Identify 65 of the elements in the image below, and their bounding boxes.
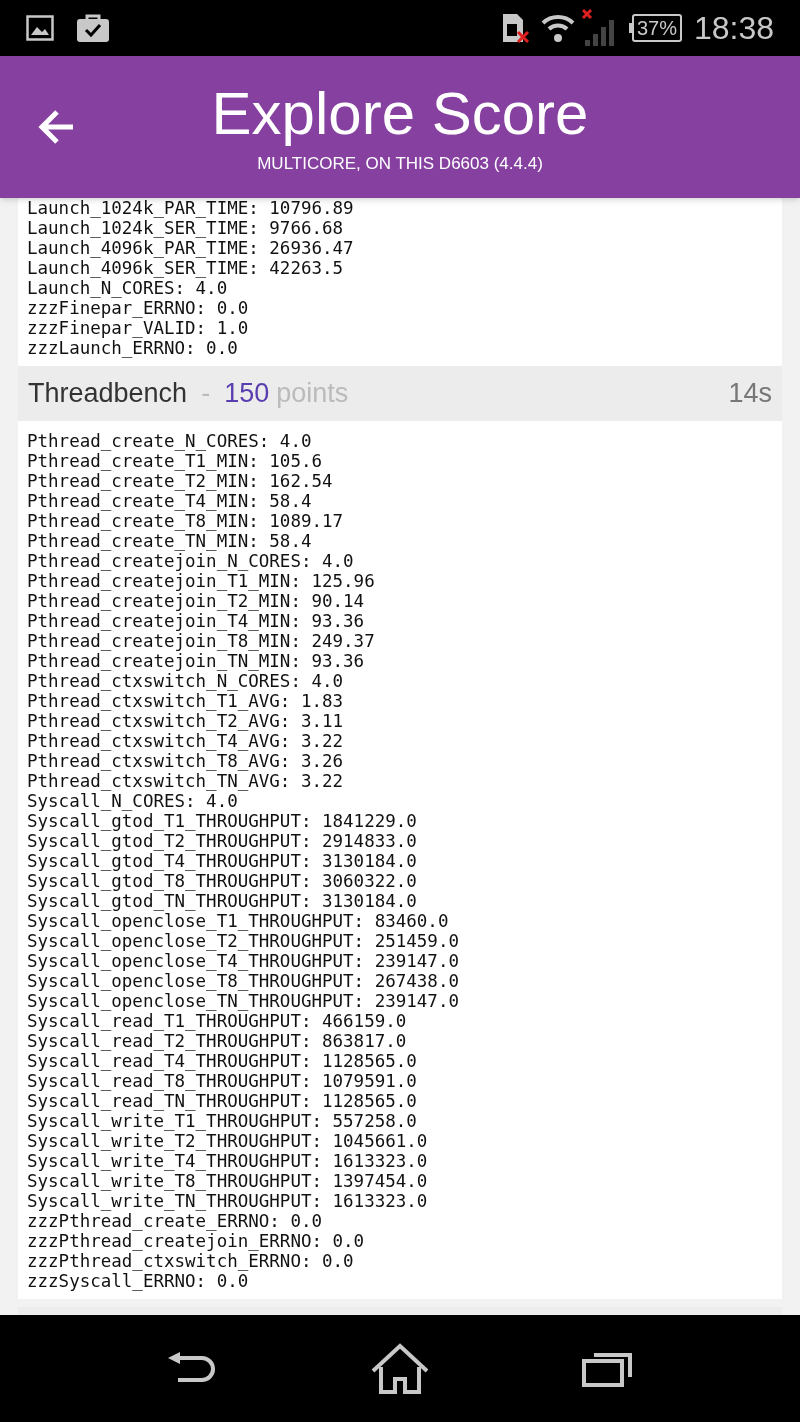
result-line: Pthread_ctxswitch_T4_AVG: 3.22: [27, 731, 345, 751]
result-line: zzzFinepar_ERRNO: 0.0: [27, 298, 250, 318]
result-line: Launch_1024k_PAR_TIME: 10796.89: [27, 198, 355, 218]
clock: 18:38: [693, 9, 774, 48]
result-line: Pthread_createjoin_T2_MIN: 90.14: [27, 591, 366, 611]
result-line: Syscall_write_T4_THROUGHPUT: 1613323.0: [27, 1151, 429, 1171]
result-line: Pthread_create_T4_MIN: 58.4: [27, 491, 313, 511]
result-line: Launch_N_CORES: 4.0: [27, 278, 229, 298]
screen-subtitle: MULTICORE, ON THIS D6603 (4.4.4): [257, 153, 543, 175]
result-line: zzzLaunch_ERRNO: 0.0: [27, 338, 239, 358]
result-line: Syscall_openclose_T2_THROUGHPUT: 251459.0: [27, 931, 460, 951]
battery-percentage: 37%: [631, 14, 682, 42]
result-line: Syscall_gtod_T8_THROUGHPUT: 3060322.0: [27, 871, 418, 891]
result-line: zzzPthread_createjoin_ERRNO: 0.0: [27, 1231, 366, 1251]
result-line: zzzSyscall_ERRNO: 0.0: [27, 1271, 250, 1291]
result-line: Syscall_openclose_T1_THROUGHPUT: 83460.0: [27, 911, 450, 931]
result-line: Syscall_write_TN_THROUGHPUT: 1613323.0: [27, 1191, 429, 1211]
result-line: Syscall_openclose_T4_THROUGHPUT: 239147.0: [27, 951, 460, 971]
result-line: Syscall_write_T8_THROUGHPUT: 1397454.0: [27, 1171, 429, 1191]
result-line: Syscall_read_T2_THROUGHPUT: 863817.0: [27, 1031, 408, 1051]
picture-icon: [26, 15, 54, 41]
result-line: Syscall_N_CORES: 4.0: [27, 791, 239, 811]
result-line: Syscall_gtod_T2_THROUGHPUT: 2914833.0: [27, 831, 418, 851]
result-line: Syscall_gtod_TN_THROUGHPUT: 3130184.0: [27, 891, 418, 911]
result-line: Syscall_write_T1_THROUGHPUT: 557258.0: [27, 1111, 418, 1131]
briefcase-check-icon: [76, 13, 110, 43]
result-line: Pthread_create_TN_MIN: 58.4: [27, 531, 313, 551]
result-line: Launch_4096k_PAR_TIME: 26936.47: [27, 238, 355, 258]
result-line: zzzFinepar_VALID: 1.0: [27, 318, 250, 338]
result-line: Pthread_createjoin_TN_MIN: 93.36: [27, 651, 366, 671]
result-line: Syscall_gtod_T4_THROUGHPUT: 3130184.0: [27, 851, 418, 871]
result-line: Pthread_ctxswitch_TN_AVG: 3.22: [27, 771, 345, 791]
result-line: Pthread_createjoin_T8_MIN: 249.37: [27, 631, 376, 651]
result-line: Pthread_createjoin_T1_MIN: 125.96: [27, 571, 376, 591]
result-line: Launch_1024k_SER_TIME: 9766.68: [27, 218, 345, 238]
sim-card-error-icon: [500, 12, 531, 44]
result-line: Pthread_create_T2_MIN: 162.54: [27, 471, 334, 491]
result-line: Pthread_create_T1_MIN: 105.6: [27, 451, 323, 471]
result-line: Pthread_create_T8_MIN: 1089.17: [27, 511, 345, 531]
result-line: Syscall_openclose_TN_THROUGHPUT: 239147.0: [27, 991, 460, 1011]
result-line: Pthread_ctxswitch_N_CORES: 4.0: [27, 671, 345, 691]
result-line: Pthread_ctxswitch_T2_AVG: 3.11: [27, 711, 345, 731]
result-line: Syscall_read_T4_THROUGHPUT: 1128565.0: [27, 1051, 418, 1071]
result-line: Syscall_read_T8_THROUGHPUT: 1079591.0: [27, 1071, 418, 1091]
result-line: Syscall_read_T1_THROUGHPUT: 466159.0: [27, 1011, 408, 1031]
benchmark-name: Threadbench: [28, 377, 188, 411]
result-line: Syscall_gtod_T1_THROUGHPUT: 1841229.0: [27, 811, 418, 831]
result-line: Syscall_write_T2_THROUGHPUT: 1045661.0: [27, 1131, 429, 1151]
screen-title: Explore Score: [211, 79, 589, 149]
wifi-icon: [540, 13, 575, 43]
result-line: Pthread_createjoin_N_CORES: 4.0: [27, 551, 355, 571]
recent-apps-icon[interactable]: [581, 1350, 634, 1387]
result-line: Pthread_create_N_CORES: 4.0: [27, 431, 313, 451]
result-line: zzzPthread_create_ERRNO: 0.0: [27, 1211, 323, 1231]
result-line: Syscall_openclose_T8_THROUGHPUT: 267438.0: [27, 971, 460, 991]
result-line: Pthread_createjoin_T4_MIN: 93.36: [27, 611, 366, 631]
separator-text: -: [201, 377, 211, 411]
result-line: zzzPthread_ctxswitch_ERRNO: 0.0: [27, 1251, 355, 1271]
home-icon[interactable]: [371, 1342, 429, 1395]
points-value: 150: [224, 377, 270, 411]
result-line: Pthread_ctxswitch_T8_AVG: 3.26: [27, 751, 345, 771]
result-line: Syscall_read_TN_THROUGHPUT: 1128565.0: [27, 1091, 418, 1111]
result-line: Launch_4096k_SER_TIME: 42263.5: [27, 258, 345, 278]
duration: 14s: [728, 377, 772, 411]
result-line: Pthread_ctxswitch_T1_AVG: 1.83: [27, 691, 345, 711]
